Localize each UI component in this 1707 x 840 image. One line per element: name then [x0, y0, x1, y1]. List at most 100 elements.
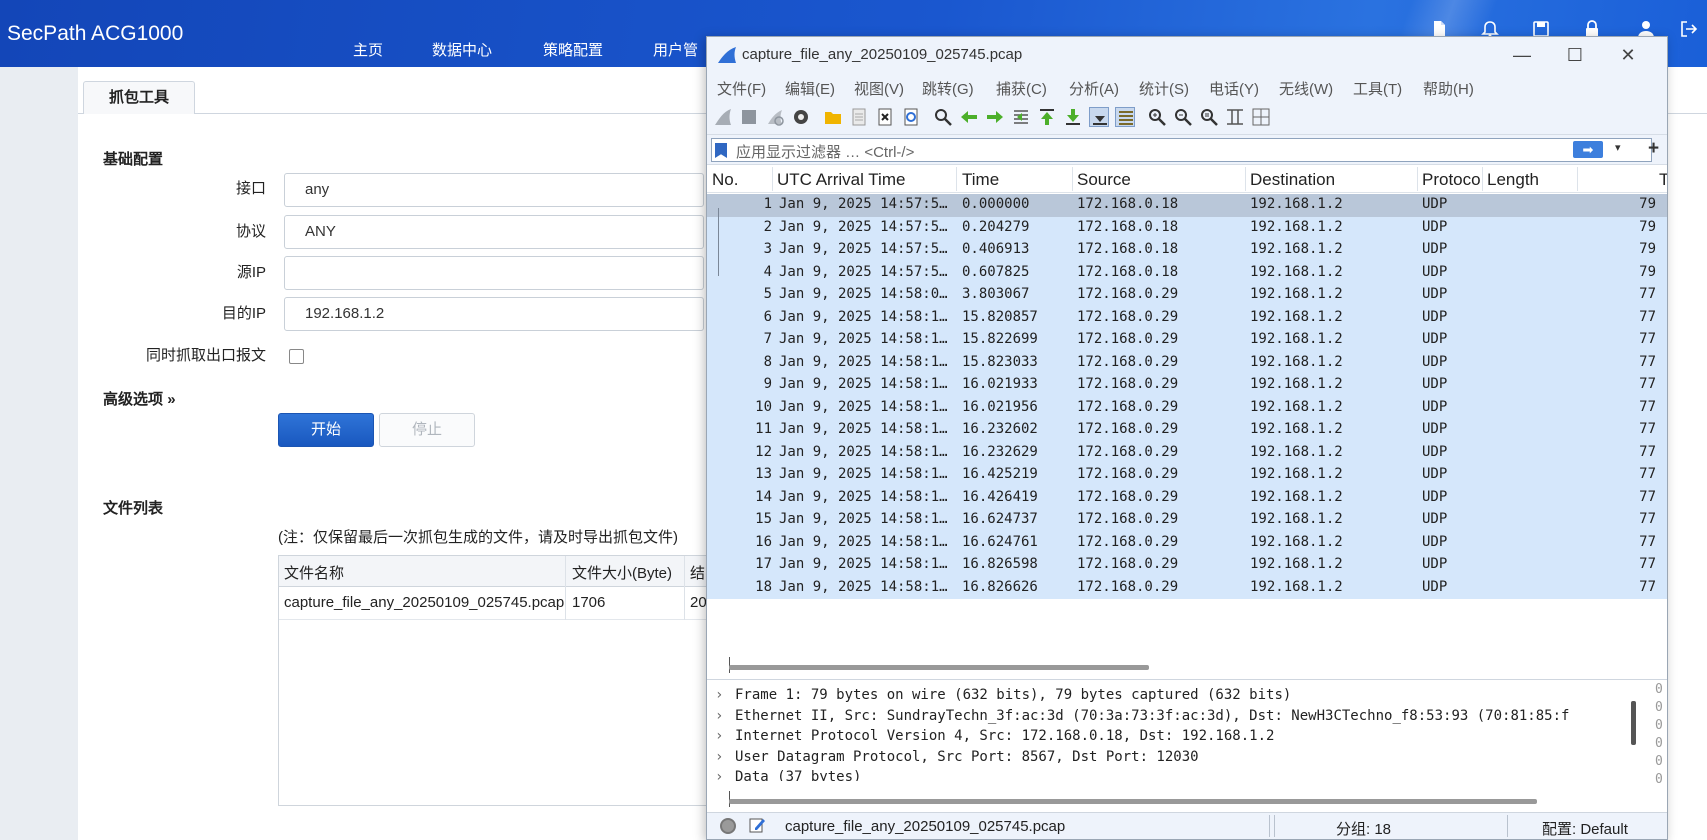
- detail-ethernet[interactable]: › Ethernet II, Src: SundrayTechn_3f:ac:3d…: [715, 708, 1569, 724]
- logout-icon[interactable]: [1680, 20, 1698, 38]
- packet-row[interactable]: 7 Jan 9, 2025 14:58:1… 15.822699 172.168.0.…: [707, 329, 1667, 352]
- forward-icon[interactable]: [985, 107, 1005, 127]
- packet-row[interactable]: 18 Jan 9, 2025 14:58:1… 16.826626 172.168.0…: [707, 576, 1667, 599]
- filter-dropdown-icon[interactable]: ▾: [1615, 141, 1621, 154]
- shark-fin-icon[interactable]: [713, 107, 733, 127]
- menu-statistics[interactable]: 统计(S): [1139, 78, 1189, 99]
- start-button[interactable]: 开始: [278, 413, 374, 447]
- menu-tools[interactable]: 工具(T): [1353, 78, 1402, 99]
- details-hscrollbar[interactable]: [729, 791, 1655, 807]
- zoom-out-icon[interactable]: [1173, 107, 1193, 127]
- protocol-select[interactable]: ANY: [284, 215, 704, 249]
- interface-select[interactable]: any: [284, 173, 704, 207]
- nav-user[interactable]: 用户管: [653, 39, 698, 60]
- zoom-reset-icon[interactable]: [1199, 107, 1219, 127]
- packet-row[interactable]: 15 Jan 9, 2025 14:58:1… 16.624737 172.168.0…: [707, 509, 1667, 532]
- dst-ip-input[interactable]: 192.168.1.2: [284, 297, 704, 331]
- file-icon[interactable]: [849, 107, 869, 127]
- egress-checkbox[interactable]: [289, 349, 304, 364]
- status-profile[interactable]: 配置: Default: [1542, 818, 1628, 839]
- utc-cell: Jan 9, 2025 14:58:1…: [779, 376, 948, 392]
- col-no[interactable]: No.: [712, 170, 738, 190]
- packet-row[interactable]: 14 Jan 9, 2025 14:58:1… 16.426419 172.168.0…: [707, 486, 1667, 509]
- number-cell: 18: [755, 578, 772, 595]
- advanced-options-toggle[interactable]: 高级选项 »: [103, 388, 176, 409]
- file-name-cell[interactable]: capture_file_any_20250109_025745.pcap: [284, 594, 564, 611]
- col-truncated[interactable]: T: [1659, 170, 1667, 190]
- add-filter-button[interactable]: +: [1648, 138, 1659, 160]
- restart-icon[interactable]: [765, 107, 785, 127]
- menu-help[interactable]: 帮助(H): [1423, 78, 1474, 99]
- packet-row[interactable]: 6 Jan 9, 2025 14:58:1… 15.820857 172.168.0.…: [707, 306, 1667, 329]
- utc-cell: Jan 9, 2025 14:58:1…: [779, 331, 948, 347]
- packet-list-hscrollbar[interactable]: [729, 657, 1655, 673]
- reload-icon[interactable]: [901, 107, 921, 127]
- colorize-icon[interactable]: [1115, 107, 1135, 127]
- col-source[interactable]: Source: [1077, 170, 1131, 190]
- col-utc-arrival[interactable]: UTC Arrival Time: [777, 170, 905, 190]
- close-file-icon[interactable]: [875, 107, 895, 127]
- last-icon[interactable]: [1063, 107, 1083, 127]
- nav-home[interactable]: 主页: [353, 39, 383, 60]
- menu-capture[interactable]: 捕获(C): [996, 78, 1047, 99]
- packet-row[interactable]: 5 Jan 9, 2025 14:58:0… 3.803067 172.168.0.2…: [707, 284, 1667, 307]
- col-time[interactable]: Time: [962, 170, 999, 190]
- menu-go[interactable]: 跳转(G): [922, 78, 974, 99]
- packet-row[interactable]: 1 Jan 9, 2025 14:57:5… 0.000000 172.168.0.1…: [707, 194, 1667, 217]
- goto-icon[interactable]: [1011, 107, 1031, 127]
- col-protocol[interactable]: Protoco: [1422, 170, 1481, 190]
- close-icon[interactable]: ✕: [1618, 45, 1638, 65]
- menu-telephony[interactable]: 电话(Y): [1209, 78, 1259, 99]
- open-folder-icon[interactable]: [823, 107, 843, 127]
- packet-row[interactable]: 12 Jan 9, 2025 14:58:1… 16.232629 172.168.0…: [707, 441, 1667, 464]
- resize-columns-icon[interactable]: [1225, 107, 1245, 127]
- packet-row[interactable]: 13 Jan 9, 2025 14:58:1… 16.425219 172.168.0…: [707, 464, 1667, 487]
- apply-filter-arrow-icon[interactable]: ➡: [1573, 141, 1603, 158]
- detail-ipv4[interactable]: › Internet Protocol Version 4, Src: 172.1…: [715, 728, 1274, 744]
- maximize-icon[interactable]: ☐: [1565, 45, 1585, 65]
- detail-frame[interactable]: › Frame 1: 79 bytes on wire (632 bits), 7…: [715, 687, 1291, 703]
- menu-analyze[interactable]: 分析(A): [1069, 78, 1119, 99]
- packet-row[interactable]: 16 Jan 9, 2025 14:58:1… 16.624761 172.168.0…: [707, 531, 1667, 554]
- stop-button[interactable]: 停止: [379, 413, 475, 447]
- packet-row[interactable]: 3 Jan 9, 2025 14:57:5… 0.406913 172.168.0.1…: [707, 239, 1667, 262]
- find-icon[interactable]: [933, 107, 953, 127]
- tab-capture-tool[interactable]: 抓包工具: [83, 81, 195, 114]
- menu-edit[interactable]: 编辑(E): [785, 78, 835, 99]
- details-vscroll-thumb[interactable]: [1631, 701, 1636, 745]
- edit-comment-icon[interactable]: [748, 816, 766, 834]
- detail-data[interactable]: › Data (37 bytes): [715, 769, 861, 781]
- utc-cell: Jan 9, 2025 14:57:5…: [779, 218, 948, 235]
- minimize-icon[interactable]: —: [1512, 45, 1532, 65]
- col-destination[interactable]: Destination: [1250, 170, 1335, 190]
- detail-udp[interactable]: › User Datagram Protocol, Src Port: 8567,…: [715, 749, 1199, 765]
- stop-icon[interactable]: [739, 107, 759, 127]
- destination-cell: 192.168.1.2: [1250, 488, 1343, 505]
- back-icon[interactable]: [959, 107, 979, 127]
- zoom-in-icon[interactable]: [1147, 107, 1167, 127]
- layout-icon[interactable]: [1251, 107, 1271, 127]
- col-length[interactable]: Length: [1487, 170, 1539, 190]
- packet-row[interactable]: 17 Jan 9, 2025 14:58:1… 16.826598 172.168.0…: [707, 554, 1667, 577]
- options-icon[interactable]: [791, 107, 811, 127]
- packet-row[interactable]: 8 Jan 9, 2025 14:58:1… 15.823033 172.168.0.…: [707, 351, 1667, 374]
- source-cell: 172.168.0.29: [1077, 421, 1179, 437]
- nav-data-center[interactable]: 数据中心: [432, 39, 492, 60]
- autoscroll-icon[interactable]: [1089, 107, 1109, 127]
- src-ip-input[interactable]: [284, 256, 704, 290]
- nav-policy[interactable]: 策略配置: [543, 39, 603, 60]
- menu-wireless[interactable]: 无线(W): [1279, 78, 1333, 99]
- first-icon[interactable]: [1037, 107, 1057, 127]
- menu-view[interactable]: 视图(V): [854, 78, 904, 99]
- scroll-thumb[interactable]: [729, 665, 1149, 670]
- packet-row[interactable]: 2 Jan 9, 2025 14:57:5… 0.204279 172.168.0.1…: [707, 216, 1667, 239]
- packet-row[interactable]: 11 Jan 9, 2025 14:58:1… 16.232602 172.168.0…: [707, 419, 1667, 442]
- wireshark-titlebar[interactable]: capture_file_any_20250109_025745.pcap — …: [707, 37, 1667, 73]
- packet-row[interactable]: 10 Jan 9, 2025 14:58:1… 16.021956 172.168.0…: [707, 396, 1667, 419]
- scroll-thumb[interactable]: [729, 799, 1537, 804]
- packet-row[interactable]: 9 Jan 9, 2025 14:58:1… 16.021933 172.168.0.…: [707, 374, 1667, 397]
- packet-row[interactable]: 4 Jan 9, 2025 14:57:5… 0.607825 172.168.0.1…: [707, 261, 1667, 284]
- expert-info-icon[interactable]: [720, 818, 736, 834]
- utc-cell: Jan 9, 2025 14:58:1…: [779, 488, 948, 505]
- menu-file[interactable]: 文件(F): [717, 78, 766, 99]
